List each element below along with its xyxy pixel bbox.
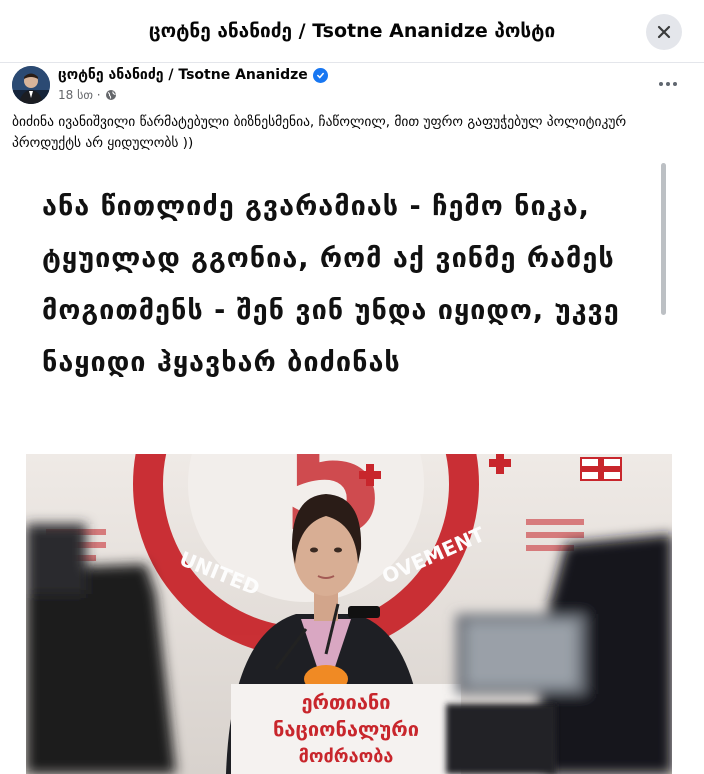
author-avatar[interactable] — [12, 66, 50, 104]
close-icon — [657, 25, 671, 39]
modal-title: ცოტნე ანანიძე / Tsotne Ananidze პოსტი — [148, 20, 556, 42]
post-text: ბიძინა ივანიშვილი წარმატებული ბიზნესმენი… — [12, 114, 627, 151]
author-name[interactable]: ცოტნე ანანიძე / Tsotne Ananidze — [58, 67, 308, 83]
verified-badge-icon — [312, 67, 328, 83]
svg-text:ერთიანი: ერთიანი — [301, 690, 390, 714]
image-headline: ანა წითლიძე გვარამიას - ჩემო ნიკა, ტყუილ… — [42, 191, 620, 378]
podium-sign: ერთიანი ნაციონალური მოძრაობა — [231, 684, 461, 774]
post-image[interactable]: ანა წითლიძე გვარამიას - ჩემო ნიკა, ტყუილ… — [0, 163, 684, 774]
more-options-icon[interactable] — [654, 74, 682, 94]
post-time[interactable]: 18 სთ · — [58, 88, 101, 102]
post-meta: 18 სთ · — [58, 88, 117, 102]
post-header: ცოტნე ანანიძე / Tsotne Ananidze 18 სთ · — [0, 62, 704, 110]
globe-icon — [105, 90, 116, 100]
author-name-row: ცოტნე ანანიძე / Tsotne Ananidze — [58, 67, 328, 83]
svg-text:ნაციონალური: ნაციონალური — [273, 717, 419, 741]
svg-text:მოძრაობა: მოძრაობა — [299, 746, 394, 767]
close-button[interactable] — [646, 14, 682, 50]
press-photo: 5 UNITED OVEMENT — [26, 454, 672, 774]
modal-header: ცოტნე ანანიძე / Tsotne Ananidze პოსტი — [0, 0, 704, 63]
scrollbar[interactable] — [661, 163, 666, 315]
